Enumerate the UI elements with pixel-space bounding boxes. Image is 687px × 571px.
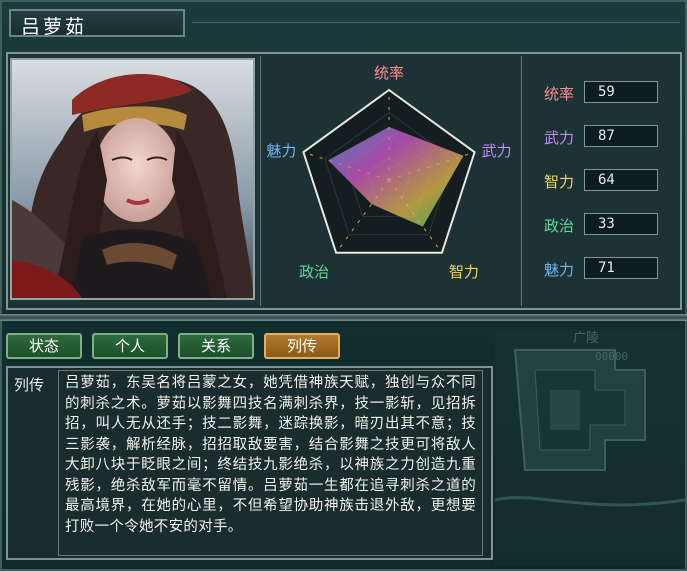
stat-value-box: 64 bbox=[584, 169, 658, 191]
stat-label: 武力 bbox=[544, 129, 575, 147]
stat-label: 智力 bbox=[544, 173, 575, 191]
stat-label: 魅力 bbox=[544, 261, 575, 279]
biography-label: 列传 bbox=[14, 376, 45, 394]
stat-value-box: 59 bbox=[584, 81, 658, 103]
stat-label: 统率 bbox=[544, 85, 575, 103]
panel-divider-left bbox=[260, 56, 261, 306]
tab-personal[interactable]: 个人 bbox=[92, 333, 168, 359]
map-number: 00000 bbox=[595, 350, 628, 363]
radar-axis-label: 智力 bbox=[449, 263, 479, 281]
stat-row-command: 统率 59 bbox=[530, 81, 670, 105]
biography-text: 吕萝茹，东吴名将吕蒙之女，她凭借神族天赋，独创与众不同的刺杀之术。萝茹以影舞四技… bbox=[58, 370, 483, 556]
character-portrait bbox=[10, 58, 255, 300]
radar-axis-label: 魅力 bbox=[266, 142, 296, 160]
title-rule bbox=[192, 22, 680, 23]
stat-value-box: 71 bbox=[584, 257, 658, 279]
stat-row-intelligence: 智力 64 bbox=[530, 169, 670, 193]
map-city-name: 广陵 bbox=[573, 331, 599, 346]
attribute-radar-chart: 统率武力智力 政治 魅力 bbox=[262, 56, 520, 306]
stat-row-force: 武力 87 bbox=[530, 125, 670, 149]
radar-axis-label: 政治 bbox=[299, 263, 329, 281]
character-name: 吕萝茹 bbox=[21, 16, 88, 38]
tab-status[interactable]: 状态 bbox=[6, 333, 82, 359]
stat-row-politics: 政治 33 bbox=[530, 213, 670, 237]
stat-value-box: 33 bbox=[584, 213, 658, 235]
stat-row-charisma: 魅力 71 bbox=[530, 257, 670, 281]
radar-axis-label: 武力 bbox=[482, 142, 512, 160]
section-divider bbox=[0, 314, 687, 321]
tab-label: 关系 bbox=[200, 337, 231, 355]
tab-label: 个人 bbox=[114, 337, 145, 355]
stat-label: 政治 bbox=[544, 217, 575, 235]
tab-label: 列传 bbox=[286, 337, 317, 355]
minimap-background: 广陵 00000 bbox=[494, 330, 686, 566]
tab-biography[interactable]: 列传 bbox=[264, 333, 340, 359]
tab-label: 状态 bbox=[28, 337, 59, 355]
radar-axis-label: 统率 bbox=[374, 64, 404, 82]
name-plate: 吕萝茹 bbox=[9, 9, 185, 38]
tab-relations[interactable]: 关系 bbox=[178, 333, 254, 359]
stat-value-box: 87 bbox=[584, 125, 658, 147]
panel-divider-right bbox=[521, 56, 522, 306]
